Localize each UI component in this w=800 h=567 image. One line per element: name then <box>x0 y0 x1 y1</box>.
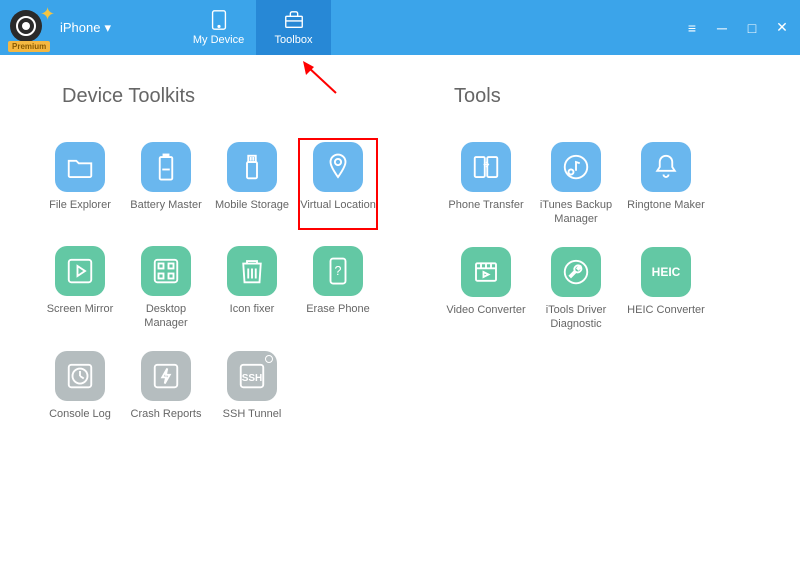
folder-icon <box>65 152 95 182</box>
grid-icon <box>151 256 181 286</box>
tool-label: Crash Reports <box>131 407 202 435</box>
tool-icon-fixer[interactable]: Icon fixer <box>212 242 292 335</box>
tab-toolbox[interactable]: Toolbox <box>256 0 331 55</box>
window-controls: ≡ ─ □ ✕ <box>684 0 790 55</box>
tool-label: iTools Driver Diagnostic <box>534 303 618 332</box>
wrench-icon <box>561 257 591 287</box>
svg-text:SSH: SSH <box>242 373 263 384</box>
tool-label: Erase Phone <box>306 302 370 330</box>
tool-heic-converter[interactable]: HEIC HEIC Converter <box>624 243 708 336</box>
tool-desktop-manager[interactable]: Desktop Manager <box>126 242 206 335</box>
tool-label: Ringtone Maker <box>627 198 705 226</box>
close-button[interactable]: ✕ <box>774 20 790 36</box>
tools-section: Tools Phone Transfer iTunes Backup Manag… <box>444 85 760 439</box>
music-note-icon <box>561 152 591 182</box>
header-bar: ✦ Premium iPhone ▾ My Device Toolbo <box>0 0 800 55</box>
premium-badge: Premium <box>8 41 50 52</box>
tool-label: Video Converter <box>446 303 525 331</box>
tool-crash-reports[interactable]: Crash Reports <box>126 347 206 439</box>
tool-phone-transfer[interactable]: Phone Transfer <box>444 138 528 231</box>
sparkle-icon: ✦ <box>40 4 58 22</box>
lightning-icon <box>151 361 181 391</box>
tool-label: Desktop Manager <box>126 302 206 331</box>
tool-ssh-tunnel[interactable]: SSH SSH Tunnel <box>212 347 292 439</box>
tool-label: HEIC Converter <box>627 303 705 331</box>
tool-label: Screen Mirror <box>47 302 114 330</box>
ssh-icon: SSH <box>237 361 267 391</box>
heic-text-icon: HEIC <box>652 265 681 279</box>
device-selector[interactable]: iPhone ▾ <box>60 20 111 36</box>
film-icon <box>471 257 501 287</box>
tool-itunes-backup[interactable]: iTunes Backup Manager <box>534 138 618 231</box>
play-icon <box>65 256 95 286</box>
bell-icon <box>651 152 681 182</box>
app-logo: ✦ Premium <box>10 10 54 46</box>
tool-label: iTunes Backup Manager <box>534 198 618 227</box>
tab-label: My Device <box>193 34 244 46</box>
tool-label: Phone Transfer <box>448 198 523 226</box>
tool-mobile-storage[interactable]: Mobile Storage <box>212 138 292 230</box>
section-title: Device Toolkits <box>62 85 380 108</box>
tool-label: SSH Tunnel <box>223 407 282 435</box>
location-pin-icon <box>323 152 353 182</box>
toolbox-icon <box>282 9 306 31</box>
tool-screen-mirror[interactable]: Screen Mirror <box>40 242 120 335</box>
usb-icon <box>237 152 267 182</box>
trash-icon <box>237 256 267 286</box>
tool-virtual-location[interactable]: Virtual Location <box>298 138 378 230</box>
tool-file-explorer[interactable]: File Explorer <box>40 138 120 230</box>
tool-label: Virtual Location <box>300 198 376 226</box>
transfer-icon <box>471 152 501 182</box>
maximize-button[interactable]: □ <box>744 20 760 36</box>
section-title: Tools <box>454 85 760 108</box>
tool-video-converter[interactable]: Video Converter <box>444 243 528 336</box>
header-tabs: My Device Toolbox <box>181 0 331 55</box>
tablet-icon <box>207 9 231 31</box>
tool-label: Mobile Storage <box>215 198 289 226</box>
tool-battery-master[interactable]: Battery Master <box>126 138 206 230</box>
device-toolkits-section: Device Toolkits File Explorer Battery Ma… <box>40 85 380 439</box>
tool-label: File Explorer <box>49 198 111 226</box>
phone-question-icon: ? <box>323 256 353 286</box>
battery-icon <box>151 152 181 182</box>
tab-label: Toolbox <box>275 34 313 46</box>
tool-driver-diagnostic[interactable]: iTools Driver Diagnostic <box>534 243 618 336</box>
tool-label: Console Log <box>49 407 111 435</box>
tab-my-device[interactable]: My Device <box>181 0 256 55</box>
chevron-down-icon: ▾ <box>104 20 111 36</box>
clock-icon <box>65 361 95 391</box>
minimize-button[interactable]: ─ <box>714 20 730 36</box>
tool-ringtone-maker[interactable]: Ringtone Maker <box>624 138 708 231</box>
logo-area: ✦ Premium iPhone ▾ <box>0 0 121 55</box>
menu-button[interactable]: ≡ <box>684 20 700 36</box>
tool-console-log[interactable]: Console Log <box>40 347 120 439</box>
tool-label: Icon fixer <box>230 302 275 330</box>
main-content: Device Toolkits File Explorer Battery Ma… <box>0 55 800 469</box>
svg-text:?: ? <box>335 264 342 278</box>
tool-label: Battery Master <box>130 198 202 226</box>
tool-erase-phone[interactable]: ? Erase Phone <box>298 242 378 335</box>
device-label: iPhone <box>60 20 100 35</box>
